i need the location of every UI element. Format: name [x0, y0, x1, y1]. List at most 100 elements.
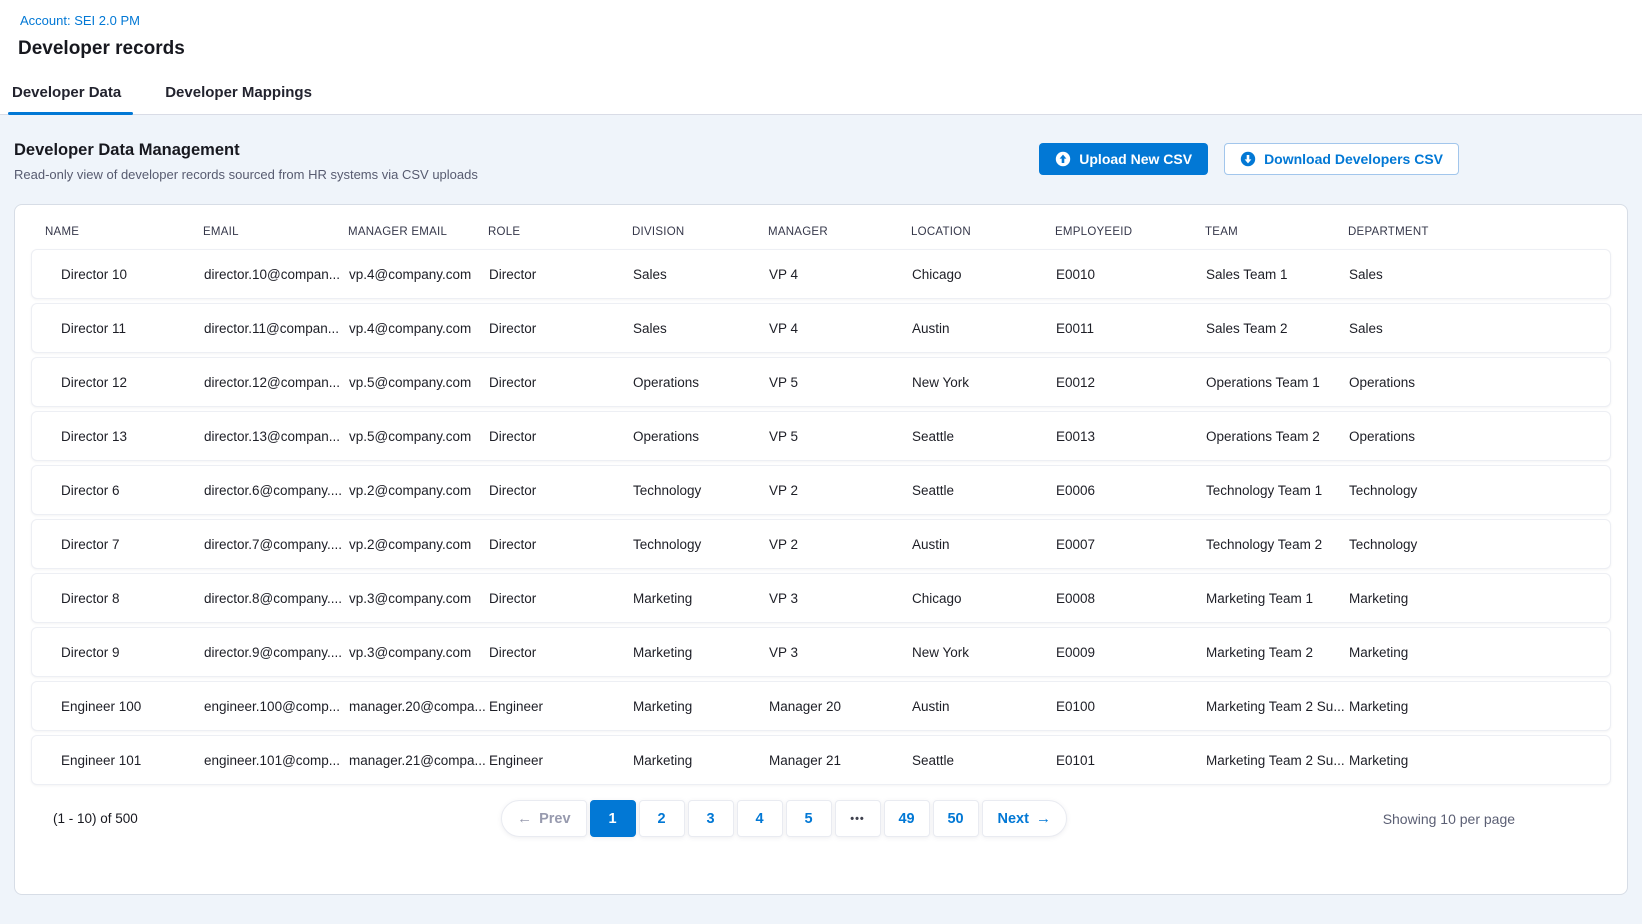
section-subtitle: Read-only view of developer records sour…: [14, 167, 478, 182]
developer-table-card: NAME EMAIL MANAGER EMAIL ROLE DIVISION M…: [14, 204, 1628, 895]
pager: ← Prev 12345•••4950 Next →: [501, 800, 1067, 837]
cell-name: Director 7: [46, 537, 204, 552]
cell-employeeid: E0010: [1056, 267, 1206, 282]
column-header: MANAGER EMAIL: [348, 226, 488, 238]
cell-email: engineer.101@comp...: [204, 753, 349, 768]
cell-email: director.12@compan...: [204, 375, 349, 390]
cell-department: Marketing: [1349, 753, 1596, 768]
cell-location: Chicago: [912, 267, 1056, 282]
cell-email: director.13@compan...: [204, 429, 349, 444]
cell-name: Director 11: [46, 321, 204, 336]
cell-manager-email: vp.3@company.com: [349, 591, 489, 606]
cell-manager-email: vp.5@company.com: [349, 429, 489, 444]
header-actions: Upload New CSV Download Developers CSV: [1039, 143, 1459, 175]
column-header: EMPLOYEEID: [1055, 226, 1205, 238]
cell-department: Sales: [1349, 267, 1596, 282]
page-title: Developer records: [18, 38, 1642, 60]
download-button-label: Download Developers CSV: [1264, 151, 1443, 167]
cell-team: Technology Team 2: [1206, 537, 1349, 552]
table-header-row: NAME EMAIL MANAGER EMAIL ROLE DIVISION M…: [31, 205, 1611, 249]
cell-manager-email: vp.2@company.com: [349, 537, 489, 552]
download-developers-csv-button[interactable]: Download Developers CSV: [1224, 143, 1459, 175]
cell-email: engineer.100@comp...: [204, 699, 349, 714]
cell-role: Director: [489, 645, 633, 660]
cell-team: Marketing Team 2 Su...: [1206, 753, 1349, 768]
cell-role: Engineer: [489, 753, 633, 768]
cell-manager-email: manager.21@compa...: [349, 753, 489, 768]
cell-division: Technology: [633, 483, 769, 498]
cell-role: Director: [489, 321, 633, 336]
cell-location: Chicago: [912, 591, 1056, 606]
table-row: Director 11 director.11@compan... vp.4@c…: [31, 303, 1611, 353]
cell-manager-email: vp.4@company.com: [349, 267, 489, 282]
prev-label: Prev: [539, 811, 570, 827]
cell-division: Sales: [633, 321, 769, 336]
cell-location: Austin: [912, 537, 1056, 552]
column-header: NAME: [45, 226, 203, 238]
upload-button-label: Upload New CSV: [1079, 151, 1192, 167]
cell-name: Director 13: [46, 429, 204, 444]
table-row: Director 9 director.9@company.... vp.3@c…: [31, 627, 1611, 677]
cell-location: Austin: [912, 321, 1056, 336]
table-row: Director 13 director.13@compan... vp.5@c…: [31, 411, 1611, 461]
cell-employeeid: E0100: [1056, 699, 1206, 714]
page-button[interactable]: 50: [933, 800, 979, 837]
section-header-text: Developer Data Management Read-only view…: [14, 141, 478, 182]
cell-department: Marketing: [1349, 699, 1596, 714]
pagination-bar: (1 - 10) of 500 ← Prev 12345•••4950 Next…: [31, 800, 1611, 837]
cell-location: Austin: [912, 699, 1056, 714]
table-row: Director 8 director.8@company.... vp.3@c…: [31, 573, 1611, 623]
page-button[interactable]: 5: [786, 800, 832, 837]
cell-team: Sales Team 2: [1206, 321, 1349, 336]
cell-email: director.11@compan...: [204, 321, 349, 336]
upload-new-csv-button[interactable]: Upload New CSV: [1039, 143, 1208, 175]
page-button[interactable]: 49: [884, 800, 930, 837]
cell-name: Director 8: [46, 591, 204, 606]
cell-email: director.8@company....: [204, 591, 349, 606]
cell-role: Director: [489, 591, 633, 606]
cell-manager: VP 5: [769, 429, 912, 444]
cell-department: Operations: [1349, 375, 1596, 390]
column-header: TEAM: [1205, 226, 1348, 238]
cell-email: director.7@company....: [204, 537, 349, 552]
cell-manager: VP 3: [769, 645, 912, 660]
next-page-button[interactable]: Next →: [982, 800, 1067, 837]
column-header: DEPARTMENT: [1348, 226, 1597, 238]
cell-department: Marketing: [1349, 591, 1596, 606]
cell-name: Director 10: [46, 267, 204, 282]
cell-department: Sales: [1349, 321, 1596, 336]
cell-department: Operations: [1349, 429, 1596, 444]
cell-division: Marketing: [633, 591, 769, 606]
cell-name: Engineer 100: [46, 699, 204, 714]
account-breadcrumb-link[interactable]: Account: SEI 2.0 PM: [20, 13, 140, 28]
section-title: Developer Data Management: [14, 141, 478, 160]
page-button[interactable]: 4: [737, 800, 783, 837]
cell-team: Operations Team 1: [1206, 375, 1349, 390]
cell-location: Seattle: [912, 483, 1056, 498]
cell-team: Technology Team 1: [1206, 483, 1349, 498]
cell-division: Marketing: [633, 699, 769, 714]
column-header: LOCATION: [911, 226, 1055, 238]
cell-location: New York: [912, 375, 1056, 390]
cell-manager: VP 2: [769, 483, 912, 498]
page-button[interactable]: 3: [688, 800, 734, 837]
tab-developer-mappings[interactable]: Developer Mappings: [163, 74, 314, 114]
cell-division: Sales: [633, 267, 769, 282]
cell-employeeid: E0007: [1056, 537, 1206, 552]
cell-manager: VP 2: [769, 537, 912, 552]
cell-role: Director: [489, 375, 633, 390]
tab-developer-data[interactable]: Developer Data: [10, 74, 123, 114]
page-button[interactable]: 2: [639, 800, 685, 837]
prev-arrow-icon: ←: [517, 810, 532, 827]
page-button-active[interactable]: 1: [590, 800, 636, 837]
cell-employeeid: E0013: [1056, 429, 1206, 444]
cell-department: Technology: [1349, 483, 1596, 498]
page-ellipsis: •••: [835, 800, 881, 837]
upload-icon: [1055, 151, 1071, 167]
prev-page-button[interactable]: ← Prev: [501, 800, 586, 837]
cell-manager-email: manager.20@compa...: [349, 699, 489, 714]
cell-manager: Manager 21: [769, 753, 912, 768]
table-row: Director 6 director.6@company.... vp.2@c…: [31, 465, 1611, 515]
cell-role: Director: [489, 267, 633, 282]
table-row: Engineer 101 engineer.101@comp... manage…: [31, 735, 1611, 785]
